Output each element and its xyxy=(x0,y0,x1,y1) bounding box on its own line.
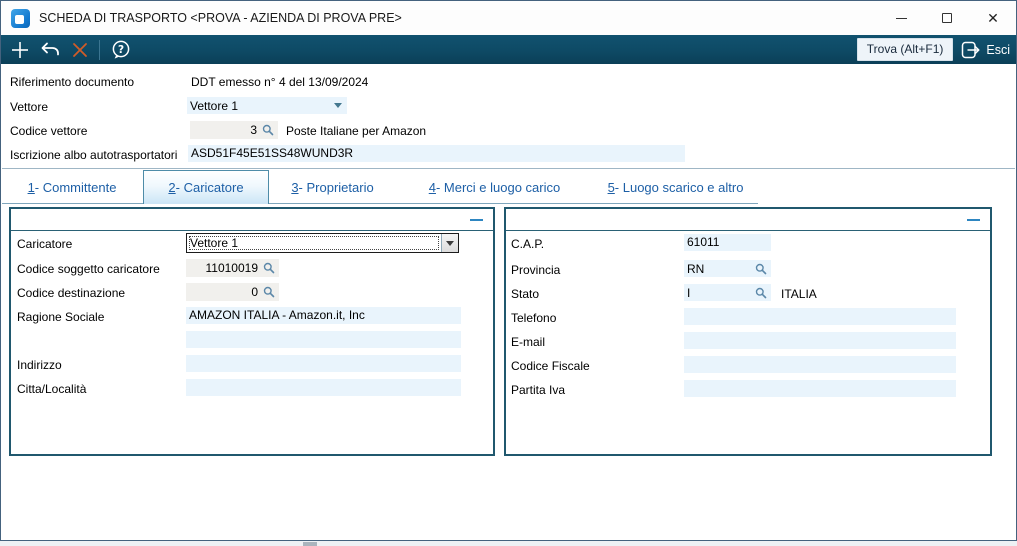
desktop-strip xyxy=(0,541,1017,546)
email-field[interactable] xyxy=(684,332,956,349)
minimize-button[interactable] xyxy=(878,1,924,35)
lookup-magnifier-icon[interactable] xyxy=(755,263,767,275)
caricatore-dropdown-button[interactable] xyxy=(441,234,458,252)
tab-proprietario[interactable]: 3 - Proprietario xyxy=(269,170,396,204)
plus-icon xyxy=(12,41,28,58)
chevron-down-icon xyxy=(334,103,342,108)
vettore-dropdown[interactable]: Vettore 1 xyxy=(187,97,347,114)
codice-destinazione-label: Codice destinazione xyxy=(17,286,126,300)
exit-icon xyxy=(962,41,980,58)
chevron-down-icon xyxy=(446,240,454,246)
tab-committente[interactable]: 1 - Committente xyxy=(2,170,142,204)
ragione-sociale-field[interactable]: AMAZON ITALIA - Amazon.it, Inc xyxy=(186,307,461,324)
ragione-sociale-label: Ragione Sociale xyxy=(17,310,105,324)
codice-vettore-value: 3 xyxy=(250,123,257,137)
app-icon xyxy=(11,8,30,28)
citta-localita-field[interactable] xyxy=(186,379,461,396)
indirizzo-field[interactable] xyxy=(186,355,461,372)
lookup-magnifier-icon[interactable] xyxy=(755,287,767,299)
vettore-value: Vettore 1 xyxy=(190,98,239,113)
codice-destinazione-value: 0 xyxy=(251,285,258,299)
app-window: SCHEDA DI TRASPORTO <PROVA - AZIENDA DI … xyxy=(0,0,1017,541)
codice-fiscale-field[interactable] xyxy=(684,356,956,373)
stato-field[interactable]: I xyxy=(684,284,771,301)
caricatore-panel: Caricatore Vettore 1 Codice soggetto car… xyxy=(9,207,495,456)
codice-soggetto-value: 11010019 xyxy=(205,261,259,275)
caricatore-label: Caricatore xyxy=(17,237,73,251)
lookup-magnifier-icon[interactable] xyxy=(263,286,275,298)
new-record-button[interactable] xyxy=(5,35,35,64)
esci-button[interactable]: Esci xyxy=(961,41,1010,59)
tab-strip: 1 - Committente 2 - Caricatore 3 - Propr… xyxy=(2,170,758,204)
undo-button[interactable] xyxy=(35,35,65,64)
collapse-minus-icon[interactable] xyxy=(967,219,980,221)
esci-label: Esci xyxy=(986,42,1010,57)
email-label: E-mail xyxy=(511,335,546,349)
toolbar: ? Trova (Alt+F1) Esci xyxy=(1,35,1016,64)
cap-field[interactable]: 61011 xyxy=(684,234,771,251)
caricatore-panel-header xyxy=(11,209,493,231)
citta-localita-label: Citta/Località xyxy=(17,382,87,396)
codice-soggetto-field[interactable]: 11010019 xyxy=(186,259,279,277)
undo-icon xyxy=(41,42,59,55)
delete-x-icon xyxy=(73,42,87,57)
close-icon: ✕ xyxy=(987,10,999,26)
caricatore-value: Vettore 1 xyxy=(187,234,441,252)
tab-merci-luogo-carico[interactable]: 4 - Merci e luogo carico xyxy=(396,170,593,204)
caricatore-combobox[interactable]: Vettore 1 xyxy=(186,233,459,253)
codice-vettore-description: Poste Italiane per Amazon xyxy=(286,124,427,138)
maximize-icon xyxy=(942,13,952,23)
provincia-field[interactable]: RN xyxy=(684,260,771,277)
help-button[interactable]: ? xyxy=(106,35,136,64)
delete-record-button[interactable] xyxy=(65,35,95,64)
codice-fiscale-label: Codice Fiscale xyxy=(511,359,590,373)
dettagli-panel: C.A.P. 61011 Provincia RN Stato I ITALIA… xyxy=(504,207,992,456)
maximize-button[interactable] xyxy=(924,1,970,35)
codice-soggetto-label: Codice soggetto caricatore xyxy=(17,262,160,276)
background-window-notch xyxy=(303,542,317,546)
collapse-minus-icon[interactable] xyxy=(470,219,483,221)
dettagli-panel-header xyxy=(506,209,990,231)
riferimento-documento-value: DDT emesso n° 4 del 13/09/2024 xyxy=(191,75,369,89)
toolbar-separator xyxy=(99,39,100,60)
indirizzo-label: Indirizzo xyxy=(17,358,62,372)
codice-vettore-field[interactable]: 3 xyxy=(190,121,278,139)
tab-caricatore[interactable]: 2 - Caricatore xyxy=(143,170,269,204)
telefono-label: Telefono xyxy=(511,311,557,325)
header-form: Riferimento documento DDT emesso n° 4 de… xyxy=(2,65,1015,169)
iscrizione-albo-label: Iscrizione albo autotrasportatori xyxy=(10,148,178,162)
vettore-label: Vettore xyxy=(10,100,49,114)
trova-button[interactable]: Trova (Alt+F1) xyxy=(856,38,954,61)
cap-label: C.A.P. xyxy=(511,237,545,251)
tab-luogo-scarico[interactable]: 5 - Luogo scarico e altro xyxy=(593,170,758,204)
riferimento-documento-label: Riferimento documento xyxy=(10,75,135,89)
svg-text:?: ? xyxy=(118,43,124,55)
window-title: SCHEDA DI TRASPORTO <PROVA - AZIENDA DI … xyxy=(39,11,402,25)
help-icon: ? xyxy=(112,40,130,59)
partita-iva-field[interactable] xyxy=(684,380,956,397)
lookup-magnifier-icon[interactable] xyxy=(263,262,275,274)
stato-description: ITALIA xyxy=(781,287,817,301)
ragione-sociale-field-2[interactable] xyxy=(186,331,461,348)
codice-vettore-label: Codice vettore xyxy=(10,124,88,138)
provincia-label: Provincia xyxy=(511,263,561,277)
provincia-value: RN xyxy=(687,261,705,276)
stato-value: I xyxy=(687,285,691,300)
iscrizione-albo-field[interactable]: ASD51F45E51SS48WUND3R xyxy=(188,145,685,162)
close-button[interactable]: ✕ xyxy=(970,1,1016,35)
title-bar: SCHEDA DI TRASPORTO <PROVA - AZIENDA DI … xyxy=(1,1,1016,35)
telefono-field[interactable] xyxy=(684,308,956,325)
codice-destinazione-field[interactable]: 0 xyxy=(186,283,279,301)
minimize-icon xyxy=(895,17,907,19)
stato-label: Stato xyxy=(511,287,540,301)
lookup-magnifier-icon[interactable] xyxy=(262,124,274,136)
partita-iva-label: Partita Iva xyxy=(511,383,566,397)
